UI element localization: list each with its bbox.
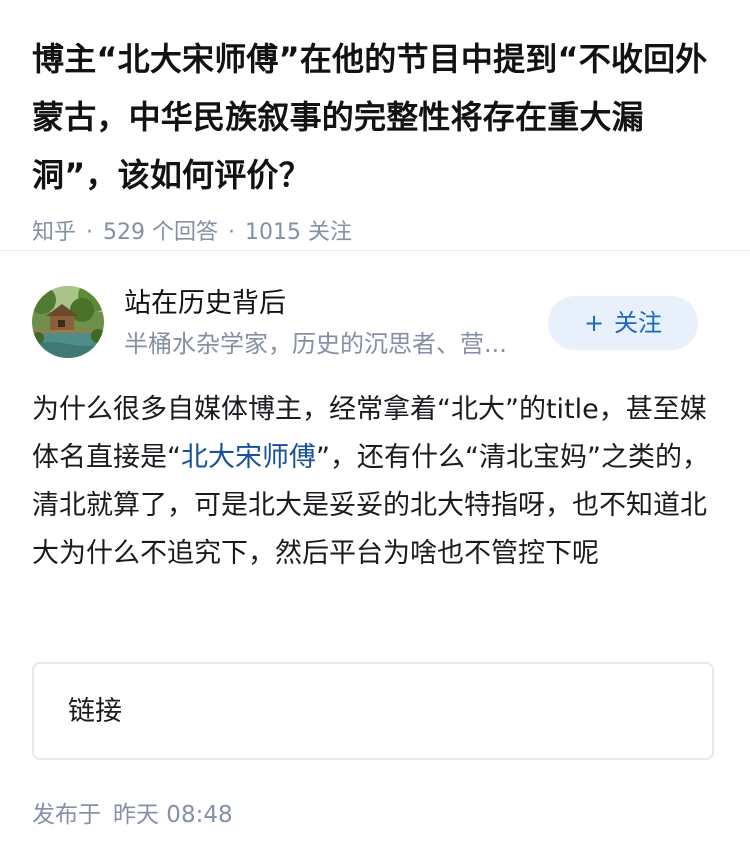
link-card[interactable]: 链接 bbox=[32, 662, 714, 760]
follow-label: 关注 bbox=[614, 309, 663, 337]
link-card-label: 链接 bbox=[68, 696, 122, 727]
plus-icon: + bbox=[583, 309, 605, 337]
author-info: 站在历史背后 半桶水杂学家，历史的沉思者、营... bbox=[124, 286, 544, 360]
avatar[interactable] bbox=[32, 286, 104, 358]
publish-info: 发布于 昨天 08:48 bbox=[32, 798, 233, 832]
landscape-avatar-icon bbox=[32, 286, 104, 358]
question-header: 博主“北大宋师傅”在他的节目中提到“不收回外蒙古，中华民族叙事的完整性将存在重大… bbox=[32, 30, 722, 248]
answer-content: 为什么很多自媒体博主，经常拿着“北大”的title，甚至媒体名直接是“北大宋师傅… bbox=[32, 386, 722, 578]
meta-separator: · bbox=[86, 220, 94, 245]
question-meta: 知乎 · 529 个回答 · 1015 关注 bbox=[32, 218, 722, 248]
author-row: 站在历史背后 半桶水杂学家，历史的沉思者、营... + 关注 bbox=[32, 286, 718, 358]
author-name[interactable]: 站在历史背后 bbox=[124, 286, 544, 322]
follower-count[interactable]: 1015 关注 bbox=[245, 220, 352, 245]
question-title[interactable]: 博主“北大宋师傅”在他的节目中提到“不收回外蒙古，中华民族叙事的完整性将存在重大… bbox=[32, 30, 722, 204]
publish-time: 昨天 08:48 bbox=[113, 802, 233, 828]
follow-button[interactable]: + 关注 bbox=[548, 296, 698, 350]
author-bio: 半桶水杂学家，历史的沉思者、营... bbox=[124, 330, 507, 358]
answer-count[interactable]: 529 个回答 bbox=[103, 220, 218, 245]
publish-prefix: 发布于 bbox=[32, 802, 101, 828]
source-label[interactable]: 知乎 bbox=[32, 220, 76, 245]
meta-separator: · bbox=[228, 220, 236, 245]
answer-inline-link[interactable]: 北大宋师傅 bbox=[181, 442, 316, 473]
section-divider bbox=[0, 250, 750, 251]
